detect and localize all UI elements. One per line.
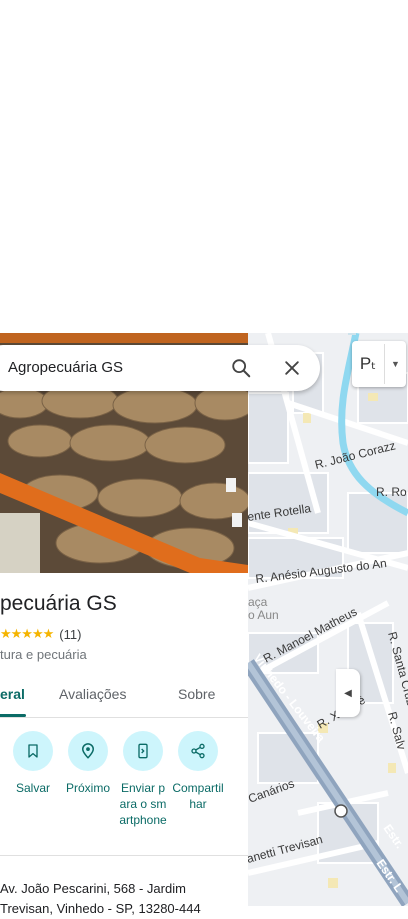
place-label: aça	[248, 595, 268, 609]
save-button[interactable]: Salvar	[5, 731, 61, 796]
highway-label: Estr. L	[374, 857, 407, 895]
map-building	[388, 763, 396, 773]
bus-stop-icon[interactable]	[334, 804, 348, 818]
action-label: Enviar para o smartphone	[119, 781, 167, 827]
close-icon[interactable]	[282, 358, 302, 378]
review-count[interactable]: (11)	[59, 627, 81, 642]
chevron-left-icon: ◀	[344, 687, 352, 699]
map-block	[347, 492, 408, 554]
star-rating-icon: ★★★★★	[0, 626, 54, 641]
search-bar[interactable]: Agropecuária GS	[0, 345, 320, 391]
send-to-phone-icon	[123, 731, 163, 771]
tab-reviews[interactable]: Avaliações	[59, 686, 126, 702]
layer-type-label: Pₜ	[359, 354, 377, 373]
map-block	[248, 392, 289, 464]
dropdown-arrow-icon[interactable]: ▼	[385, 359, 406, 369]
place-label: o Aun	[248, 608, 279, 622]
search-input[interactable]: Agropecuária GS	[8, 359, 123, 376]
share-icon	[178, 731, 218, 771]
place-category[interactable]: tura e pecuária	[0, 647, 87, 662]
nearby-button[interactable]: Próximo	[60, 731, 116, 796]
blank-area	[0, 0, 408, 333]
tab-bar: eral Avaliações Sobre	[0, 678, 248, 718]
bookmark-icon	[13, 731, 53, 771]
section-divider	[0, 855, 248, 856]
action-label: Próximo	[65, 781, 110, 795]
address-line: Av. João Pescarini, 568 - Jardim	[0, 881, 186, 896]
collapse-panel-button[interactable]: ◀	[336, 669, 360, 717]
active-tab-indicator	[0, 714, 26, 717]
highway-label: Estr.	[381, 822, 407, 851]
place-title: pecuária GS	[0, 592, 117, 615]
send-to-phone-button[interactable]: Enviar para o smartphone	[115, 731, 171, 828]
street-label: R. Ro	[376, 485, 407, 499]
address-row[interactable]: Av. João Pescarini, 568 - Jardim Trevisa…	[0, 879, 201, 919]
action-buttons: Salvar Próximo Enviar para o smartphone …	[0, 731, 248, 851]
address-line: Trevisan, Vinhedo - SP, 13280-444	[0, 901, 201, 916]
map-building	[303, 413, 311, 423]
tab-overview[interactable]: eral	[0, 686, 25, 702]
action-label: Compartilhar	[172, 781, 224, 811]
map-canvas[interactable]: R. João Corazz R. Ro ente Rotella R. Ané…	[248, 333, 408, 906]
share-button[interactable]: Compartilhar	[170, 731, 226, 812]
street-label: R. Salv	[385, 710, 408, 751]
nearby-icon	[68, 731, 108, 771]
search-icon[interactable]	[230, 357, 252, 379]
tab-about[interactable]: Sobre	[178, 686, 215, 702]
map-building	[368, 393, 378, 401]
action-label: Salvar	[15, 781, 50, 795]
map-layers-button[interactable]: Pₜ ▼	[352, 341, 406, 387]
rating-row[interactable]: ★★★★★ (11)	[0, 626, 81, 642]
map-view[interactable]: R. João Corazz R. Ro ente Rotella R. Ané…	[248, 333, 408, 906]
map-building	[328, 878, 338, 888]
